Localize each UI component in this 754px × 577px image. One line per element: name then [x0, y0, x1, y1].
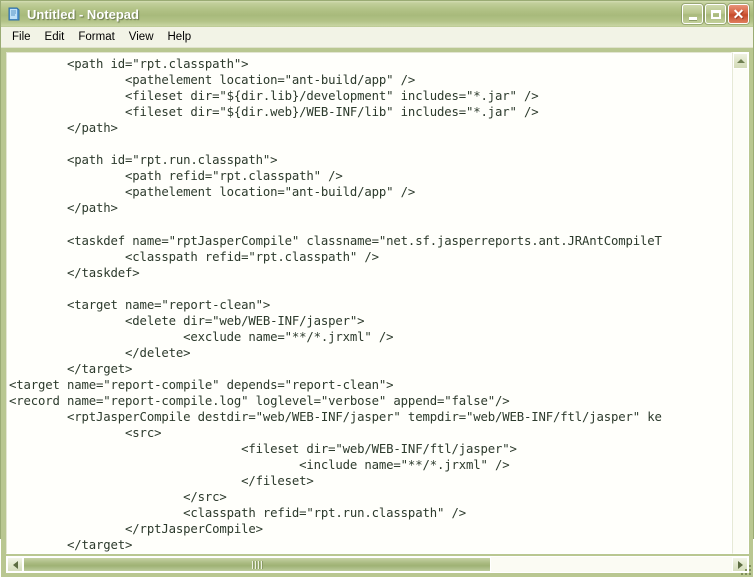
vertical-scroll-track[interactable] [733, 69, 748, 554]
menu-item-file[interactable]: File [5, 29, 38, 45]
menu-item-edit[interactable]: Edit [38, 29, 72, 45]
horizontal-scroll-track[interactable] [23, 557, 732, 573]
text-editor[interactable]: <path id="rpt.classpath"> <pathelement l… [6, 52, 732, 555]
maximize-button[interactable] [705, 4, 726, 24]
caption-buttons: ✕ [682, 4, 749, 24]
scroll-up-button[interactable] [733, 53, 748, 69]
editor-wrapper: <path id="rpt.classpath"> <pathelement l… [6, 52, 749, 555]
scroll-right-arrow-icon [737, 560, 743, 569]
scroll-left-arrow-icon [12, 560, 18, 569]
client-area: <path id="rpt.classpath"> <pathelement l… [1, 48, 753, 577]
notepad-icon [6, 6, 22, 22]
notepad-window: Untitled - Notepad ✕ File Edit Format Vi… [0, 0, 754, 577]
horizontal-scrollbar[interactable] [6, 556, 749, 574]
maximize-icon [710, 9, 721, 19]
scroll-left-button[interactable] [7, 557, 23, 573]
menu-item-view[interactable]: View [122, 29, 161, 45]
close-icon: ✕ [732, 6, 745, 22]
window-title: Untitled - Notepad [27, 6, 139, 22]
title-bar[interactable]: Untitled - Notepad ✕ [1, 1, 753, 27]
minimize-icon [688, 16, 697, 20]
menu-item-help[interactable]: Help [161, 29, 199, 45]
horizontal-scroll-thumb[interactable] [23, 557, 491, 573]
editor-content[interactable]: <path id="rpt.classpath"> <pathelement l… [7, 53, 731, 553]
menu-item-format[interactable]: Format [71, 29, 121, 45]
thumb-grip-icon [251, 560, 263, 569]
scroll-up-arrow-icon [736, 59, 745, 63]
menu-bar: File Edit Format View Help [1, 27, 753, 48]
vertical-scrollbar[interactable] [732, 52, 749, 555]
close-button[interactable]: ✕ [728, 4, 749, 24]
scroll-right-button[interactable] [732, 557, 748, 573]
minimize-button[interactable] [682, 4, 703, 24]
